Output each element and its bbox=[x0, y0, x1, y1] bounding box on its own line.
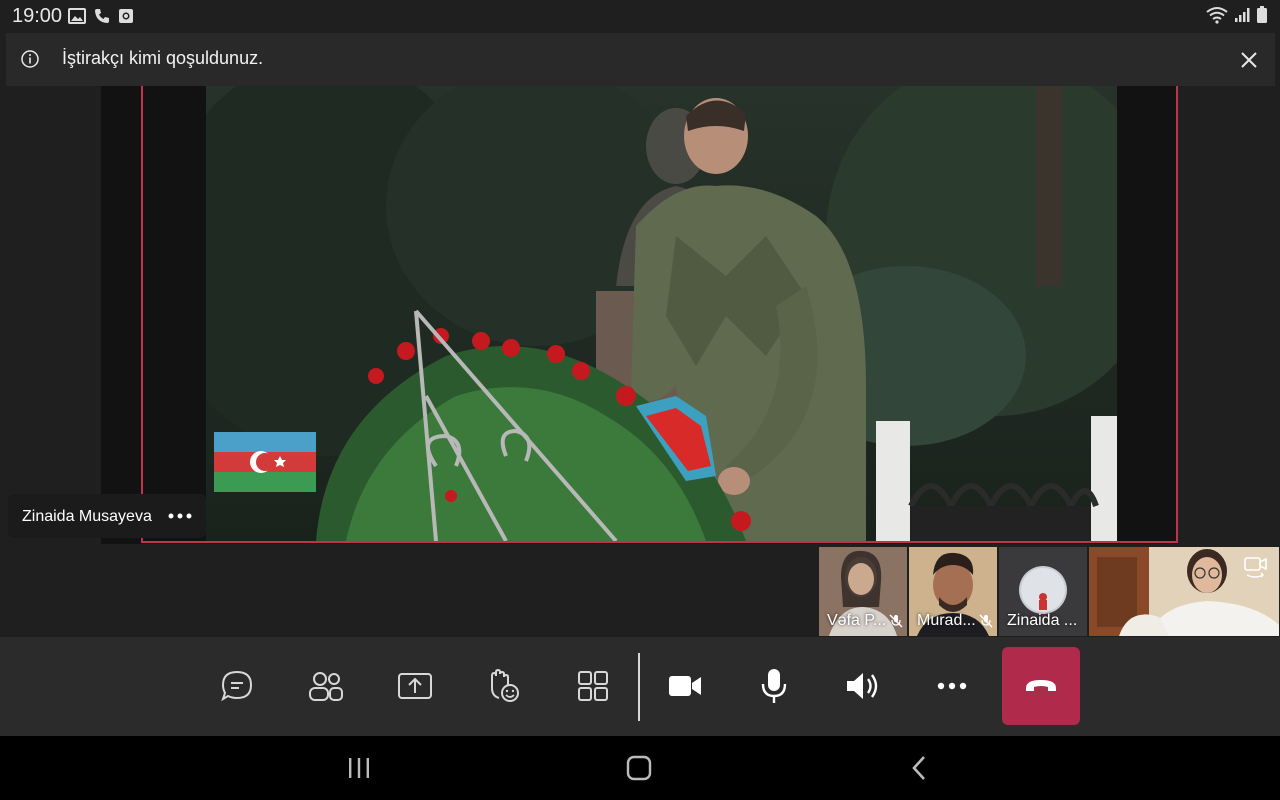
hang-up-button[interactable] bbox=[1002, 647, 1080, 725]
chat-icon bbox=[221, 670, 253, 702]
status-icons-right bbox=[1206, 6, 1268, 24]
back-icon bbox=[912, 756, 925, 780]
home-icon bbox=[626, 755, 652, 781]
speaker-icon bbox=[847, 673, 878, 699]
mic-off-icon bbox=[889, 614, 903, 628]
share-button[interactable] bbox=[376, 647, 454, 725]
camera-icon bbox=[669, 676, 701, 696]
info-icon bbox=[21, 50, 39, 68]
camera-button[interactable] bbox=[646, 647, 724, 725]
participant-tile[interactable]: Zinaida ... bbox=[999, 547, 1087, 636]
people-button[interactable] bbox=[287, 647, 365, 725]
participant-name: Vəfa P... bbox=[827, 612, 887, 629]
reactions-button[interactable] bbox=[465, 647, 543, 725]
people-icon bbox=[309, 672, 343, 701]
recent-apps-icon bbox=[349, 758, 369, 778]
chat-button[interactable] bbox=[198, 647, 276, 725]
presenter-name-chip: Zinaida Musayeva bbox=[8, 494, 206, 538]
mic-off-icon bbox=[979, 614, 993, 628]
reactions-icon bbox=[491, 668, 519, 702]
banner-message: İştirakçı kimi qoşuldunuz. bbox=[62, 48, 264, 68]
home-button[interactable] bbox=[609, 748, 669, 788]
notification-banner: İştirakçı kimi qoşuldunuz. bbox=[6, 33, 1275, 86]
shared-video[interactable] bbox=[206, 86, 1117, 541]
participant-tile[interactable]: Vəfa P... bbox=[819, 547, 907, 636]
recent-apps-button[interactable] bbox=[329, 748, 389, 788]
status-icons-left bbox=[68, 8, 134, 24]
view-icon bbox=[578, 671, 608, 701]
more-options-icon[interactable] bbox=[166, 504, 196, 528]
participant-name: Murad... bbox=[917, 612, 976, 629]
participant-tile[interactable]: Murad... bbox=[909, 547, 997, 636]
more-icon bbox=[937, 682, 967, 690]
presenter-name: Zinaida Musayeva bbox=[22, 508, 152, 525]
image-icon bbox=[68, 8, 86, 24]
battery-icon bbox=[1257, 6, 1267, 23]
back-button[interactable] bbox=[889, 748, 949, 788]
status-time: 19:00 bbox=[12, 5, 63, 27]
toolbar-divider bbox=[638, 653, 640, 721]
speaker-button[interactable] bbox=[824, 647, 902, 725]
self-video-tile[interactable] bbox=[1089, 547, 1279, 636]
wifi-icon bbox=[1206, 7, 1228, 24]
android-nav-bar bbox=[0, 736, 1280, 800]
microphone-icon bbox=[761, 669, 787, 703]
switch-camera-icon[interactable] bbox=[1243, 553, 1269, 579]
screen-record-icon bbox=[119, 9, 133, 23]
hang-up-icon bbox=[1026, 680, 1056, 691]
status-bar: 19:00 bbox=[0, 0, 1280, 32]
video-frame-image bbox=[206, 86, 1117, 541]
phone-icon bbox=[95, 9, 109, 23]
microphone-button[interactable] bbox=[735, 647, 813, 725]
signal-icon bbox=[1235, 8, 1250, 22]
share-icon bbox=[398, 673, 432, 699]
meeting-toolbar bbox=[0, 637, 1280, 736]
view-button[interactable] bbox=[554, 647, 632, 725]
participant-name: Zinaida ... bbox=[1007, 612, 1078, 629]
close-icon[interactable] bbox=[1237, 48, 1261, 72]
more-button[interactable] bbox=[913, 647, 991, 725]
